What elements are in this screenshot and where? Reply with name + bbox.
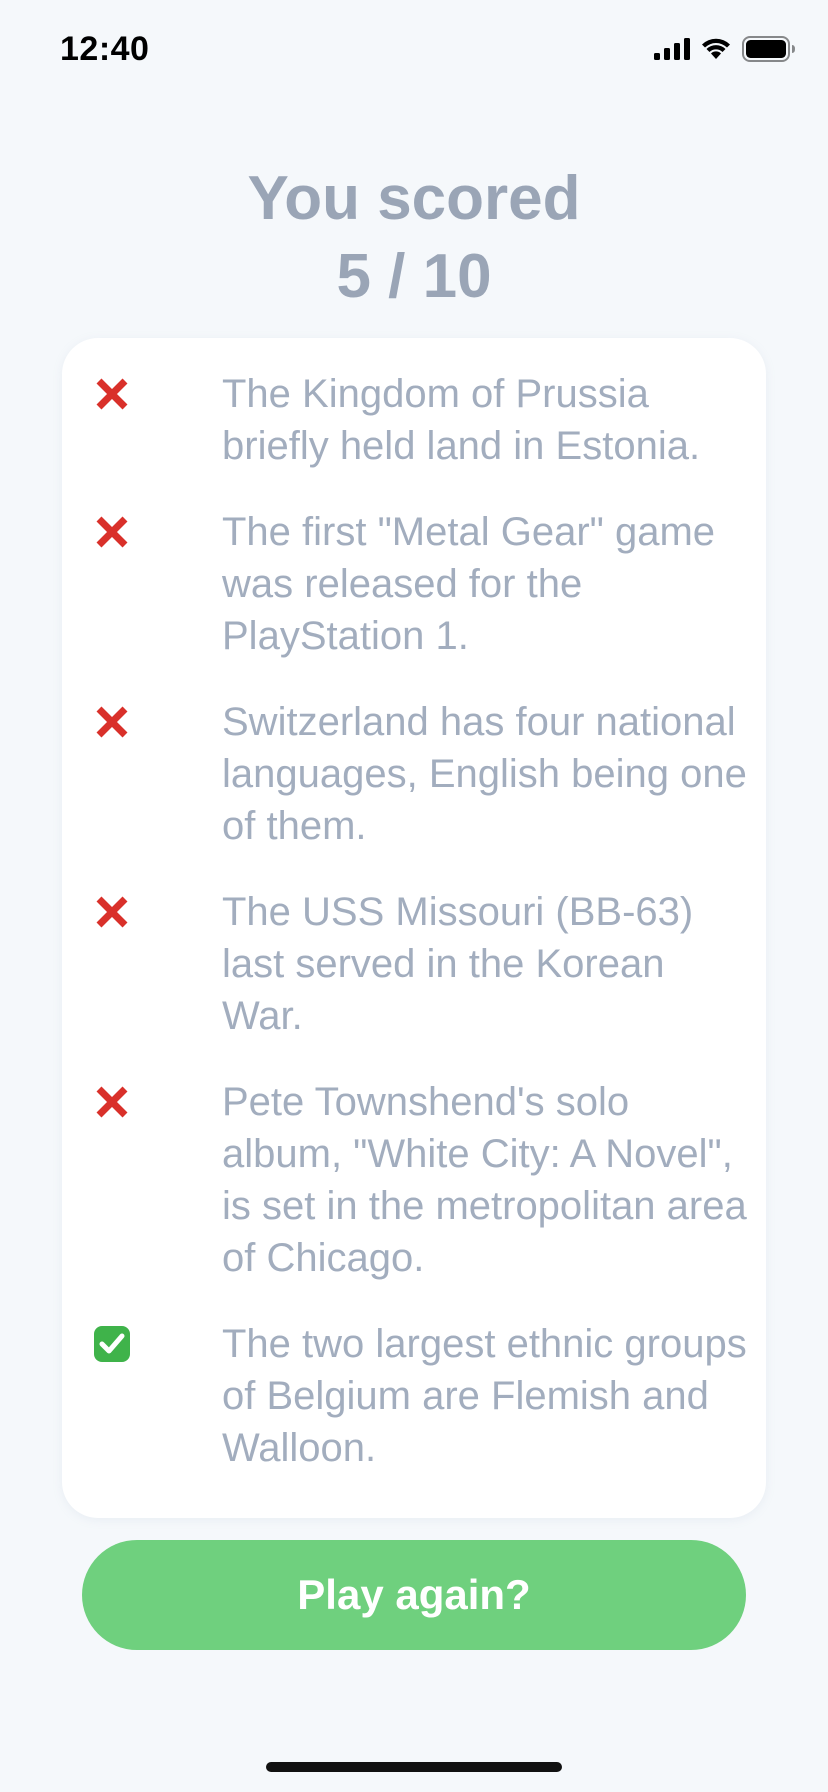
- status-icons: [654, 36, 796, 62]
- result-item: Switzerland has four national languages,…: [62, 696, 766, 852]
- home-indicator[interactable]: [266, 1762, 562, 1772]
- cross-mark-icon: [96, 896, 128, 928]
- wifi-icon: [702, 38, 730, 59]
- cross-mark-icon: [96, 378, 128, 410]
- results-list[interactable]: The Kingdom of Prussia briefly held land…: [62, 368, 766, 1488]
- play-again-button[interactable]: Play again?: [82, 1540, 746, 1650]
- result-statement: The Kingdom of Prussia briefly held land…: [222, 372, 701, 468]
- result-statement: The two largest ethnic groups of Belgium…: [222, 1322, 747, 1470]
- battery-icon: [742, 36, 795, 62]
- status-time: 12:40: [60, 30, 150, 68]
- cross-mark-icon: [96, 706, 128, 738]
- status-bar: 12:40: [0, 0, 828, 100]
- cross-mark-icon: [96, 516, 128, 548]
- result-item: Pete Townshend's solo album, "White City…: [62, 1076, 766, 1284]
- score-label: You scored: [247, 164, 581, 233]
- result-item: The Kingdom of Prussia briefly held land…: [62, 368, 766, 472]
- result-item: The USS Missouri (BB-63) last served in …: [62, 886, 766, 1042]
- cellular-signal-icon: [654, 38, 690, 60]
- result-statement: Pete Townshend's solo album, "White City…: [222, 1080, 747, 1280]
- score-value: 5 / 10: [336, 242, 492, 311]
- check-mark-icon: [94, 1326, 130, 1362]
- result-item: The two largest ethnic groups of Belgium…: [62, 1318, 766, 1474]
- score-heading: You scored 5 / 10: [0, 160, 828, 316]
- result-item: The first "Metal Gear" game was released…: [62, 506, 766, 662]
- results-card: The Kingdom of Prussia briefly held land…: [62, 338, 766, 1518]
- result-statement: Switzerland has four national languages,…: [222, 700, 747, 848]
- result-statement: The first "Metal Gear" game was released…: [222, 510, 716, 658]
- cross-mark-icon: [96, 1086, 128, 1118]
- result-statement: The USS Missouri (BB-63) last served in …: [222, 890, 694, 1038]
